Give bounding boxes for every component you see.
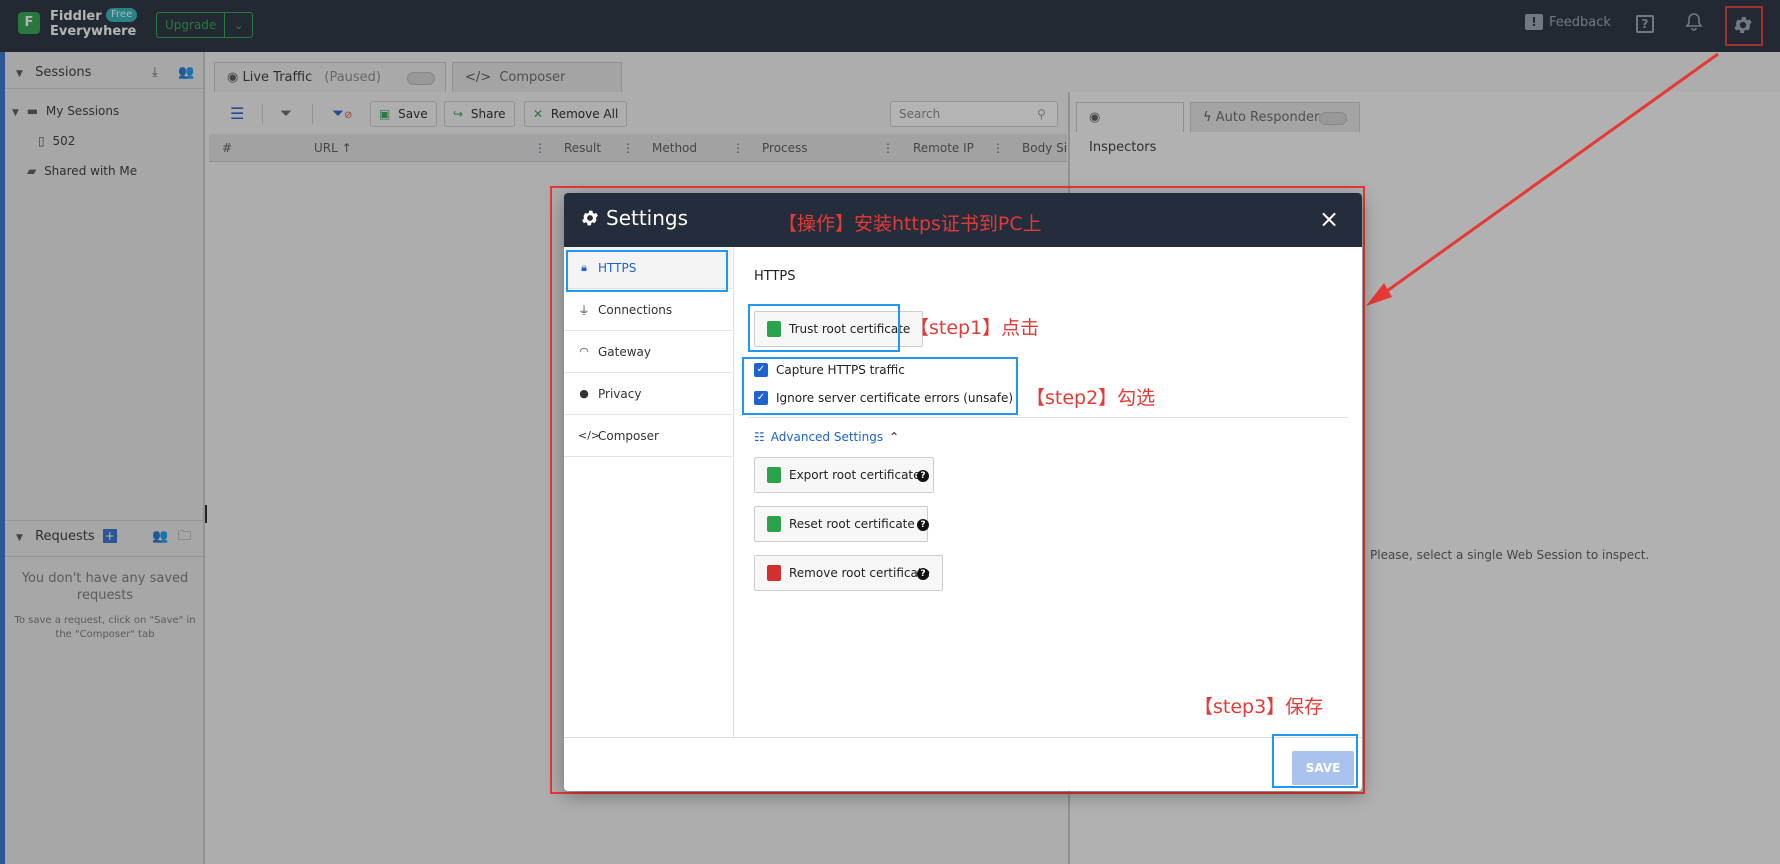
sliders-icon: ☷ (754, 430, 765, 444)
nav-privacy[interactable]: ● Privacy (564, 373, 732, 415)
help-icon[interactable]: ? (917, 568, 929, 580)
nav-label: Connections (598, 302, 673, 317)
reset-label: Reset root certificate (789, 517, 915, 531)
chevron-up-icon: ⌃ (889, 430, 900, 444)
export-label: Export root certificate (789, 468, 921, 482)
section-title: HTTPS (754, 269, 796, 284)
help-icon[interactable]: ? (917, 470, 929, 482)
step2-highlight-box (742, 357, 1018, 415)
settings-content: HTTPS Trust root certificate 【step1】点击 ✓… (734, 247, 1362, 737)
close-icon[interactable]: × (1319, 205, 1339, 233)
settings-nav: 🔒︎ HTTPS ⏚ Connections ◠ Gateway ● Priva… (564, 247, 734, 737)
nav-label: Composer (598, 428, 659, 443)
advanced-label: Advanced Settings (770, 430, 884, 444)
annotation-step1: 【step1】点击 (910, 317, 1040, 339)
gear-icon (582, 210, 598, 226)
dialog-title-text: Settings (606, 206, 689, 230)
user-lock-icon: ● (579, 387, 589, 400)
help-icon[interactable]: ? (917, 519, 929, 531)
dialog-footer (564, 737, 1362, 791)
reset-root-certificate-button[interactable]: Reset root certificate (754, 506, 928, 542)
annotation-step2: 【step2】勾选 (1026, 387, 1156, 409)
nav-gateway[interactable]: ◠ Gateway (564, 331, 732, 373)
nav-label: Gateway (598, 344, 652, 359)
wifi-icon: ◠ (579, 345, 589, 358)
annotation-header: 【操作】安装https证书到PC上 (778, 213, 1042, 235)
nav-composer[interactable]: </> Composer (564, 415, 732, 457)
certificate-icon (767, 516, 781, 532)
nav-label: Privacy (598, 386, 642, 401)
code-icon: </> (578, 429, 601, 442)
step3-highlight-box (1272, 734, 1358, 788)
plug-icon: ⏚ (578, 303, 590, 317)
nav-connections[interactable]: ⏚ Connections (564, 289, 732, 331)
dialog-title: Settings (580, 206, 688, 230)
annotation-step3: 【step3】保存 (1194, 696, 1324, 718)
remove-label: Remove root certificate (789, 566, 930, 580)
advanced-settings-toggle[interactable]: ☷ Advanced Settings ⌃ (754, 430, 899, 444)
divider (748, 417, 1348, 418)
remove-root-certificate-button[interactable]: Remove root certificate (754, 555, 943, 591)
step1-highlight-box (748, 304, 900, 352)
export-root-certificate-button[interactable]: Export root certificate (754, 457, 934, 493)
settings-dialog: Settings 【操作】安装https证书到PC上 × 🔒︎ HTTPS ⏚ … (564, 193, 1362, 791)
certificate-icon (767, 467, 781, 483)
https-highlight-box (566, 250, 728, 292)
certificate-icon (767, 565, 781, 581)
